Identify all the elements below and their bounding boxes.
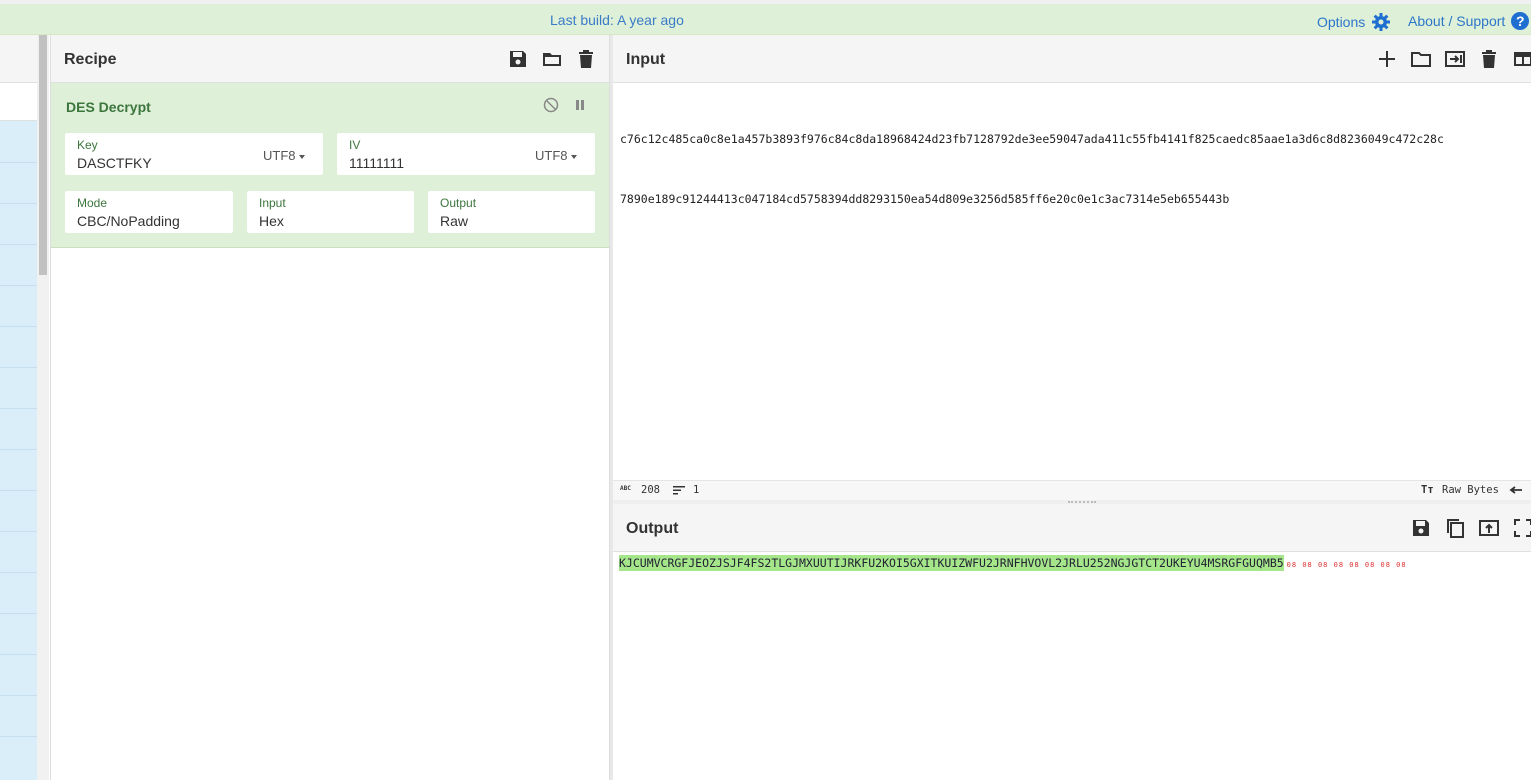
output-format-label: Output [440,196,477,210]
folder-icon[interactable] [541,48,563,70]
wrap-icon[interactable] [1509,484,1523,496]
maximise-icon[interactable] [1512,517,1531,539]
replace-input-icon[interactable] [1478,517,1500,539]
options-link[interactable]: Options [1317,12,1391,32]
top-banner: Last build: A year ago Options About / S… [0,0,1531,35]
input-format-label: Input [259,196,286,210]
input-status-bar: ABC 208 1 Tт Raw Bytes [613,480,1531,500]
input-title: Input [626,51,666,68]
help-icon: ? [1511,12,1530,30]
input-line-2: 7890e189c91244413c047184cd5758394dd82931… [620,192,1230,206]
lines-icon [673,485,685,495]
chevron-down-icon [298,154,305,159]
output-header: Output [613,504,1531,552]
input-lines: 1 [693,484,700,496]
chevron-down-icon [570,154,577,159]
operations-list[interactable] [0,121,37,780]
mode-select[interactable]: Mode CBC/NoPadding [65,191,233,233]
operations-scrollbar[interactable] [37,35,49,780]
folder-icon[interactable] [1410,48,1432,70]
key-value[interactable]: DASCTFKY [77,155,152,171]
mode-label: Mode [77,196,108,210]
input-format-value: Hex [259,213,284,229]
output-format-value: Raw [440,213,469,229]
output-value: KJCUMVCRGFJEOZJSJF4FS2TLGJMXUUTIJRKFU2KO… [619,555,1284,571]
insert-icon[interactable] [1444,48,1466,70]
output-panel: Output KJCUMVCRGFJEOZJSJF4FS2TLGJMXUUTIJ… [613,504,1531,780]
output-padding-bytes: 08 08 08 08 08 08 08 08 [1286,561,1407,569]
key-field[interactable]: Key DASCTFKY UTF8 [65,133,323,175]
input-header: Input [613,35,1531,83]
trash-icon[interactable] [575,48,597,70]
output-format-select[interactable]: Output Raw [428,191,595,233]
trash-icon[interactable] [1478,48,1500,70]
save-icon[interactable] [1410,517,1432,539]
input-line-1: c76c12c485ca0c8e1a457b3893f976c84c8da189… [620,132,1444,146]
recipe-title: Recipe [64,51,117,68]
disable-icon[interactable] [543,97,559,113]
input-panel: Input c76c12c485ca0c8e1a457b3893f976c84c… [613,35,1531,500]
layout-icon[interactable] [1512,48,1531,70]
iv-value[interactable]: 11111111 [349,155,404,171]
operations-header [0,35,37,83]
input-length: 208 [641,484,660,496]
plus-icon[interactable] [1376,48,1398,70]
key-label: Key [77,138,98,152]
splitter-handle[interactable] [1068,501,1096,503]
input-textarea[interactable]: c76c12c485ca0c8e1a457b3893f976c84c8da189… [620,89,1525,249]
output-textarea[interactable]: KJCUMVCRGFJEOZJSJF4FS2TLGJMXUUTIJRKFU2KO… [619,555,1407,571]
iv-field[interactable]: IV 11111111 UTF8 [337,133,595,175]
operations-search[interactable] [0,83,37,121]
output-title: Output [626,520,679,537]
scrollbar-thumb[interactable] [39,35,47,275]
iv-encoding-value: UTF8 [535,148,568,163]
about-support-link[interactable]: About / Support ? [1408,12,1530,30]
key-encoding-dropdown[interactable]: UTF8 [263,148,305,163]
last-build-text: Last build: A year ago [550,12,684,28]
recipe-header: Recipe [51,35,609,83]
copy-icon[interactable] [1444,517,1466,539]
iv-encoding-dropdown[interactable]: UTF8 [535,148,577,163]
length-icon: ABC [620,485,631,492]
gear-icon [1371,12,1391,32]
input-format-select[interactable]: Input Hex [247,191,414,233]
about-support-label: About / Support [1408,13,1506,29]
operation-name: DES Decrypt [66,99,151,115]
save-icon[interactable] [507,48,529,70]
pause-icon[interactable] [572,97,588,113]
iv-label: IV [349,138,361,152]
mode-value: CBC/NoPadding [77,213,180,229]
recipe-panel: Recipe DES Decrypt Key DASCTFKY UTF8 IV … [50,35,610,780]
font-icon[interactable]: Tт [1421,484,1434,496]
raw-bytes-toggle[interactable]: Raw Bytes [1442,484,1499,496]
options-label: Options [1317,14,1366,30]
des-decrypt-operation[interactable]: DES Decrypt Key DASCTFKY UTF8 IV 1111111… [51,83,609,248]
key-encoding-value: UTF8 [263,148,296,163]
operations-panel [0,35,37,780]
